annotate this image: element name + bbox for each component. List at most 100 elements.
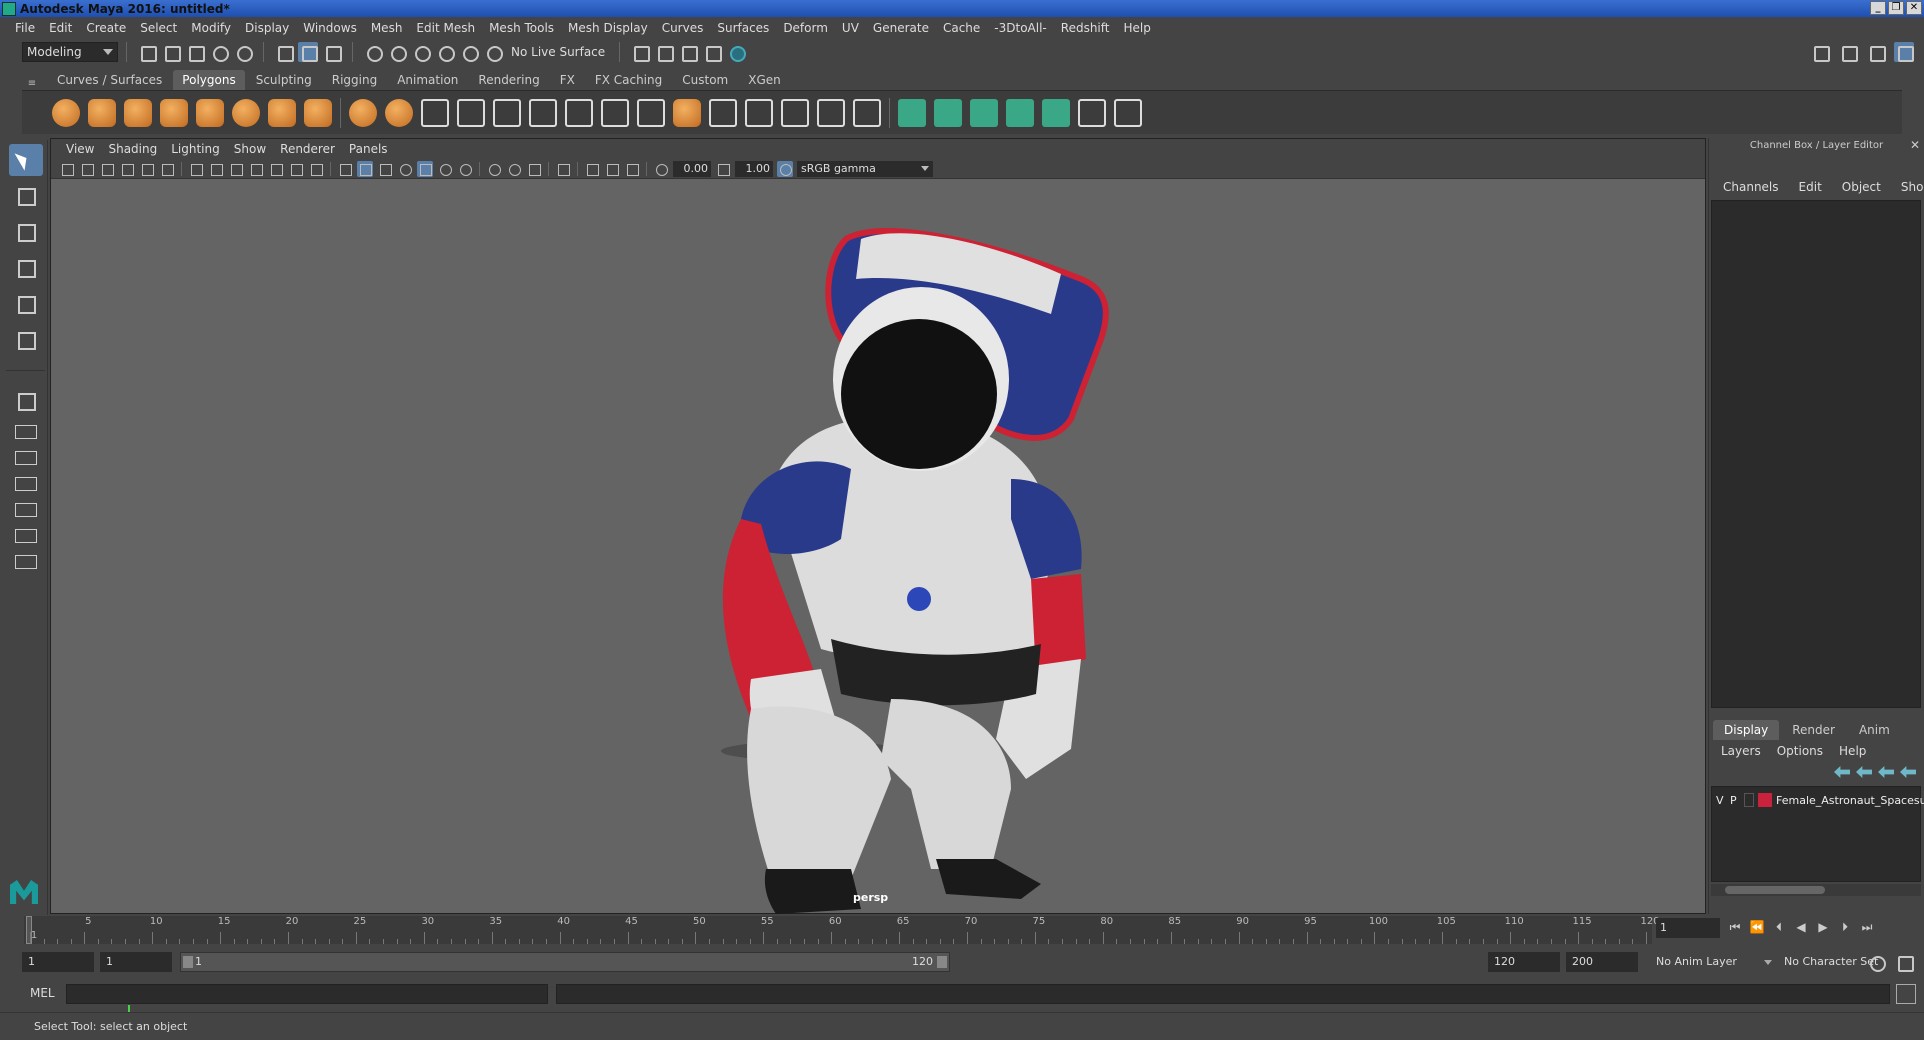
shelf-tab-menu-icon[interactable]: ≡ [22,78,42,89]
render-view-icon[interactable] [630,42,651,62]
go-to-end-icon[interactable]: ⏭ [1858,918,1876,936]
persp-graph-layout-icon[interactable] [9,473,43,495]
extrude-icon[interactable] [457,98,485,127]
camera-icon[interactable] [59,161,75,177]
menu-edit-mesh[interactable]: Edit Mesh [409,21,482,35]
panel-menu-lighting[interactable]: Lighting [164,142,227,156]
panel-menu-panels[interactable]: Panels [342,142,395,156]
tool-settings-icon[interactable] [1866,42,1886,62]
anim-layer-dropdown[interactable]: No Anim Layer [1650,952,1772,972]
select-hierarchy-icon[interactable] [274,42,294,62]
layer-display-type[interactable] [1744,793,1754,807]
auto-key-icon[interactable] [1866,952,1886,972]
layer-menu-layers[interactable]: Layers [1713,744,1769,758]
save-scene-icon[interactable] [185,42,205,62]
poly-plane-icon[interactable] [196,98,224,127]
uv-unfold-icon[interactable] [970,98,998,127]
bookmark-icon[interactable] [99,161,115,177]
animation-preferences-icon[interactable] [1894,952,1914,972]
shelf-tab-xgen[interactable]: XGen [739,70,790,90]
combine-icon[interactable] [349,98,377,127]
render-settings-icon[interactable] [702,42,723,62]
shelf-tab-fx-caching[interactable]: FX Caching [585,70,672,90]
poly-torus-icon[interactable] [232,98,260,127]
undo-icon[interactable] [209,42,229,62]
single-perspective-layout-icon[interactable] [9,385,43,417]
play-forwards-icon[interactable]: ▶ [1814,918,1832,936]
redo-icon[interactable] [233,42,253,62]
insert-edge-loop-icon[interactable] [709,98,737,127]
menu-surfaces[interactable]: Surfaces [710,21,776,35]
node-editor-layout-icon[interactable] [9,551,43,573]
exposure-field[interactable]: 0.00 [673,160,711,177]
modeling-toolkit-icon[interactable] [1810,42,1830,62]
paint-select-tool-icon[interactable] [9,216,43,248]
menu-uv[interactable]: UV [835,21,866,35]
open-scene-icon[interactable] [161,42,181,62]
menu-display[interactable]: Display [238,21,296,35]
screen-space-ao-icon[interactable] [486,161,502,177]
ipr-render-icon[interactable] [678,42,699,62]
maximize-button[interactable]: ❐ [1888,1,1904,15]
render-frame-icon[interactable] [654,42,675,62]
range-slider[interactable]: 1 120 [180,952,950,972]
smooth-shade-icon[interactable] [357,160,373,177]
animation-end-field[interactable]: 200 [1566,952,1638,972]
layer-tab-render[interactable]: Render [1781,720,1846,740]
current-frame-field[interactable]: 1 [1656,918,1720,938]
side-by-side-layout-icon[interactable] [9,447,43,469]
color-management-icon[interactable] [777,160,793,177]
poly-cube-icon[interactable] [88,98,116,127]
shelf-tab-fx[interactable]: FX [550,70,584,90]
snap-surface-icon[interactable] [483,42,503,62]
multi-cut-icon[interactable] [565,98,593,127]
channel-box-menu-object[interactable]: Object [1832,180,1891,194]
time-slider[interactable]: 1 5 10 15 20 25 30 35 40 45 50 55 60 65 70 75 80 85 90 95 10… [24,916,1660,944]
minimize-button[interactable]: _ [1870,1,1886,15]
grease-pencil-icon[interactable] [159,161,175,177]
textured-icon[interactable] [417,160,433,177]
separate-icon[interactable] [385,98,413,127]
snap-grid-icon[interactable] [363,42,383,62]
field-chart-icon[interactable] [268,161,284,177]
astronaut-model[interactable] [721,228,1109,914]
shadows-icon[interactable] [457,161,473,177]
poly-sphere-icon[interactable] [52,98,80,127]
menu-deform[interactable]: Deform [776,21,835,35]
offset-edge-loop-icon[interactable] [745,98,773,127]
isolate-select-icon[interactable] [555,161,571,177]
layer-visibility-toggle[interactable]: V [1716,794,1726,807]
gate-mask-icon[interactable] [248,161,264,177]
poly-cone-icon[interactable] [160,98,188,127]
scale-tool-icon[interactable] [9,324,43,356]
play-backwards-icon[interactable]: ◀ [1792,918,1810,936]
hypershade-icon[interactable] [726,42,747,62]
perspective-viewport[interactable]: View Shading Lighting Show Renderer Pane… [50,138,1707,1026]
scrollbar-thumb[interactable] [1725,886,1825,894]
menu-cache[interactable]: Cache [936,21,987,35]
shelf-tab-rigging[interactable]: Rigging [322,70,387,90]
step-forward-key-icon[interactable]: ⏵ [1836,918,1854,936]
outliner-layout-icon[interactable] [9,525,43,547]
xray-active-icon[interactable] [604,161,620,177]
channel-box-area[interactable] [1711,200,1921,708]
layer-row[interactable]: V P Female_Astronaut_Spacesuit [1716,791,1924,809]
menu-curves[interactable]: Curves [655,21,711,35]
menu-3dtoall[interactable]: -3DtoAll- [987,21,1053,35]
mirror-icon[interactable] [673,98,701,127]
bevel-icon[interactable] [529,98,557,127]
go-to-start-icon[interactable]: ⏮ [1726,918,1744,936]
layer-tab-display[interactable]: Display [1713,720,1780,740]
new-scene-icon[interactable] [137,42,157,62]
persp-outliner-layout-icon[interactable] [9,499,43,521]
gamma-field[interactable]: 1.00 [735,160,773,177]
make-live-icon[interactable] [459,42,479,62]
close-icon[interactable]: ✕ [1910,138,1920,152]
scene-view[interactable] [51,179,1707,915]
planar-uv-icon[interactable] [817,98,845,127]
step-back-frame-icon[interactable]: ⏪ [1748,918,1766,936]
bridge-icon[interactable] [493,98,521,127]
menu-redshift[interactable]: Redshift [1054,21,1117,35]
move-tool-icon[interactable] [9,252,43,284]
uv-cut-icon[interactable] [1006,98,1034,127]
